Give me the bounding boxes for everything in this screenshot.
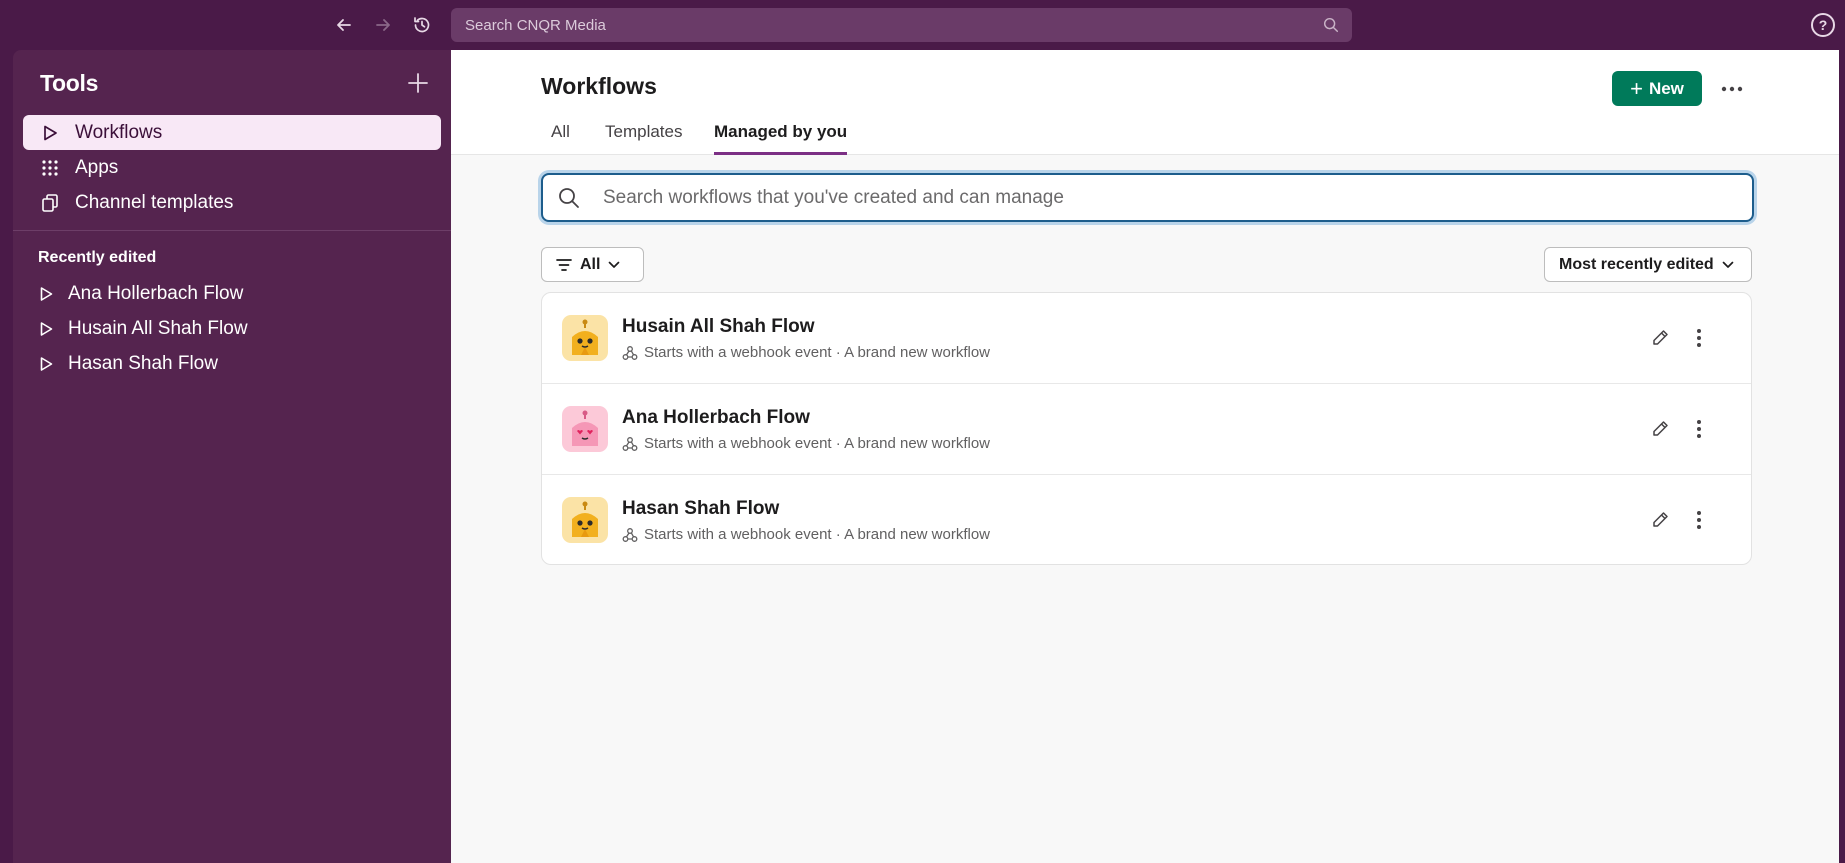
workflow-search-input[interactable]: Search workflows that you've created and… (541, 173, 1754, 222)
row-menu-icon[interactable] (1687, 506, 1711, 534)
recent-item-label: Hasan Shah Flow (68, 353, 218, 374)
workflow-list: Husain All Shah Flow Starts with a webho… (541, 292, 1752, 565)
chevron-down-icon (1722, 261, 1734, 269)
search-icon (1323, 17, 1339, 33)
webhook-icon (622, 345, 638, 360)
workflow-subtitle-text: Starts with a webhook event · A brand ne… (644, 435, 991, 452)
tab-managed-by-you[interactable]: Managed by you (714, 122, 848, 155)
sidebar-divider (13, 230, 451, 231)
yellow-robot-icon (562, 497, 608, 543)
filter-icon (556, 258, 572, 271)
grid-dots-icon (39, 157, 61, 179)
sidebar-item-label: Channel templates (75, 191, 234, 213)
webhook-icon (622, 527, 638, 542)
sidebar-item-label: Workflows (75, 121, 163, 143)
plus-icon: + (1630, 75, 1643, 101)
history-icon[interactable] (408, 11, 436, 39)
sidebar-item-channel-templates[interactable]: Channel templates (23, 185, 441, 220)
recent-item-label: Ana Hollerbach Flow (68, 283, 244, 304)
filter-button[interactable]: All (541, 247, 644, 282)
add-icon[interactable] (405, 70, 431, 96)
workflow-subtitle-text: Starts with a webhook event · A brand ne… (644, 344, 991, 361)
help-icon[interactable]: ? (1811, 13, 1835, 37)
page-title: Workflows (541, 73, 657, 99)
webhook-icon (622, 436, 638, 451)
help-label: ? (1818, 17, 1828, 33)
workflow-subtitle: Starts with a webhook event · A brand ne… (622, 435, 990, 452)
workflow-row[interactable]: Husain All Shah Flow Starts with a webho… (542, 293, 1751, 384)
sidebar-item-apps[interactable]: Apps (23, 150, 441, 185)
recent-item[interactable]: Husain All Shah Flow (38, 314, 248, 344)
search-icon (559, 188, 579, 208)
workflows-header: Workflows + New All Templates Managed by… (451, 50, 1839, 155)
play-outline-icon (39, 122, 61, 144)
yellow-robot-icon (562, 315, 608, 361)
tab-all[interactable]: All (551, 122, 570, 155)
pink-robot-icon (562, 406, 608, 452)
recently-edited-heading: Recently edited (38, 249, 157, 266)
top-bar: Search CNQR Media ? (0, 0, 1845, 50)
forward-arrow-icon[interactable] (369, 11, 397, 39)
sort-label: Most recently edited (1559, 255, 1714, 273)
filter-label: All (580, 255, 601, 273)
recent-item[interactable]: Hasan Shah Flow (38, 349, 218, 379)
workflow-subtitle: Starts with a webhook event · A brand ne… (622, 344, 990, 361)
edit-pencil-icon[interactable] (1646, 415, 1674, 443)
play-outline-icon (38, 285, 56, 303)
workflow-name[interactable]: Husain All Shah Flow (622, 316, 814, 338)
sidebar-item-workflows[interactable]: Workflows (23, 115, 441, 150)
recent-item[interactable]: Ana Hollerbach Flow (38, 279, 243, 309)
workflow-name[interactable]: Ana Hollerbach Flow (622, 407, 810, 429)
back-arrow-icon[interactable] (330, 11, 358, 39)
workflow-row[interactable]: Hasan Shah Flow Starts with a webhook ev… (542, 475, 1751, 564)
row-menu-icon[interactable] (1687, 324, 1711, 352)
chevron-down-icon (608, 261, 628, 269)
new-button-label: New (1648, 78, 1684, 98)
workflow-row[interactable]: Ana Hollerbach Flow Starts with a webhoo… (542, 384, 1751, 475)
sort-dropdown[interactable]: Most recently edited (1544, 247, 1752, 282)
edit-pencil-icon[interactable] (1646, 506, 1674, 534)
workflow-subtitle: Starts with a webhook event · A brand ne… (622, 526, 990, 543)
recent-item-label: Husain All Shah Flow (68, 318, 248, 339)
workflows-main: Workflows + New All Templates Managed by… (451, 50, 1839, 863)
copy-icon (39, 192, 61, 214)
sidebar-item-label: Apps (75, 156, 119, 178)
new-workflow-button[interactable]: + New (1612, 71, 1702, 106)
workspace-search-placeholder: Search CNQR Media (465, 16, 606, 34)
tab-templates[interactable]: Templates (605, 122, 682, 155)
workflow-name[interactable]: Hasan Shah Flow (622, 498, 779, 520)
edit-pencil-icon[interactable] (1646, 324, 1674, 352)
workflow-search-placeholder: Search workflows that you've created and… (603, 186, 1064, 208)
play-outline-icon (38, 355, 56, 373)
workflow-subtitle-text: Starts with a webhook event · A brand ne… (644, 526, 991, 543)
row-menu-icon[interactable] (1687, 415, 1711, 443)
workspace-search-input[interactable]: Search CNQR Media (451, 8, 1352, 42)
play-outline-icon (38, 320, 56, 338)
sidebar-title: Tools (40, 70, 99, 96)
tools-sidebar: Tools Workflows Apps Channel templates R… (13, 50, 451, 863)
more-options-icon[interactable] (1717, 74, 1747, 104)
